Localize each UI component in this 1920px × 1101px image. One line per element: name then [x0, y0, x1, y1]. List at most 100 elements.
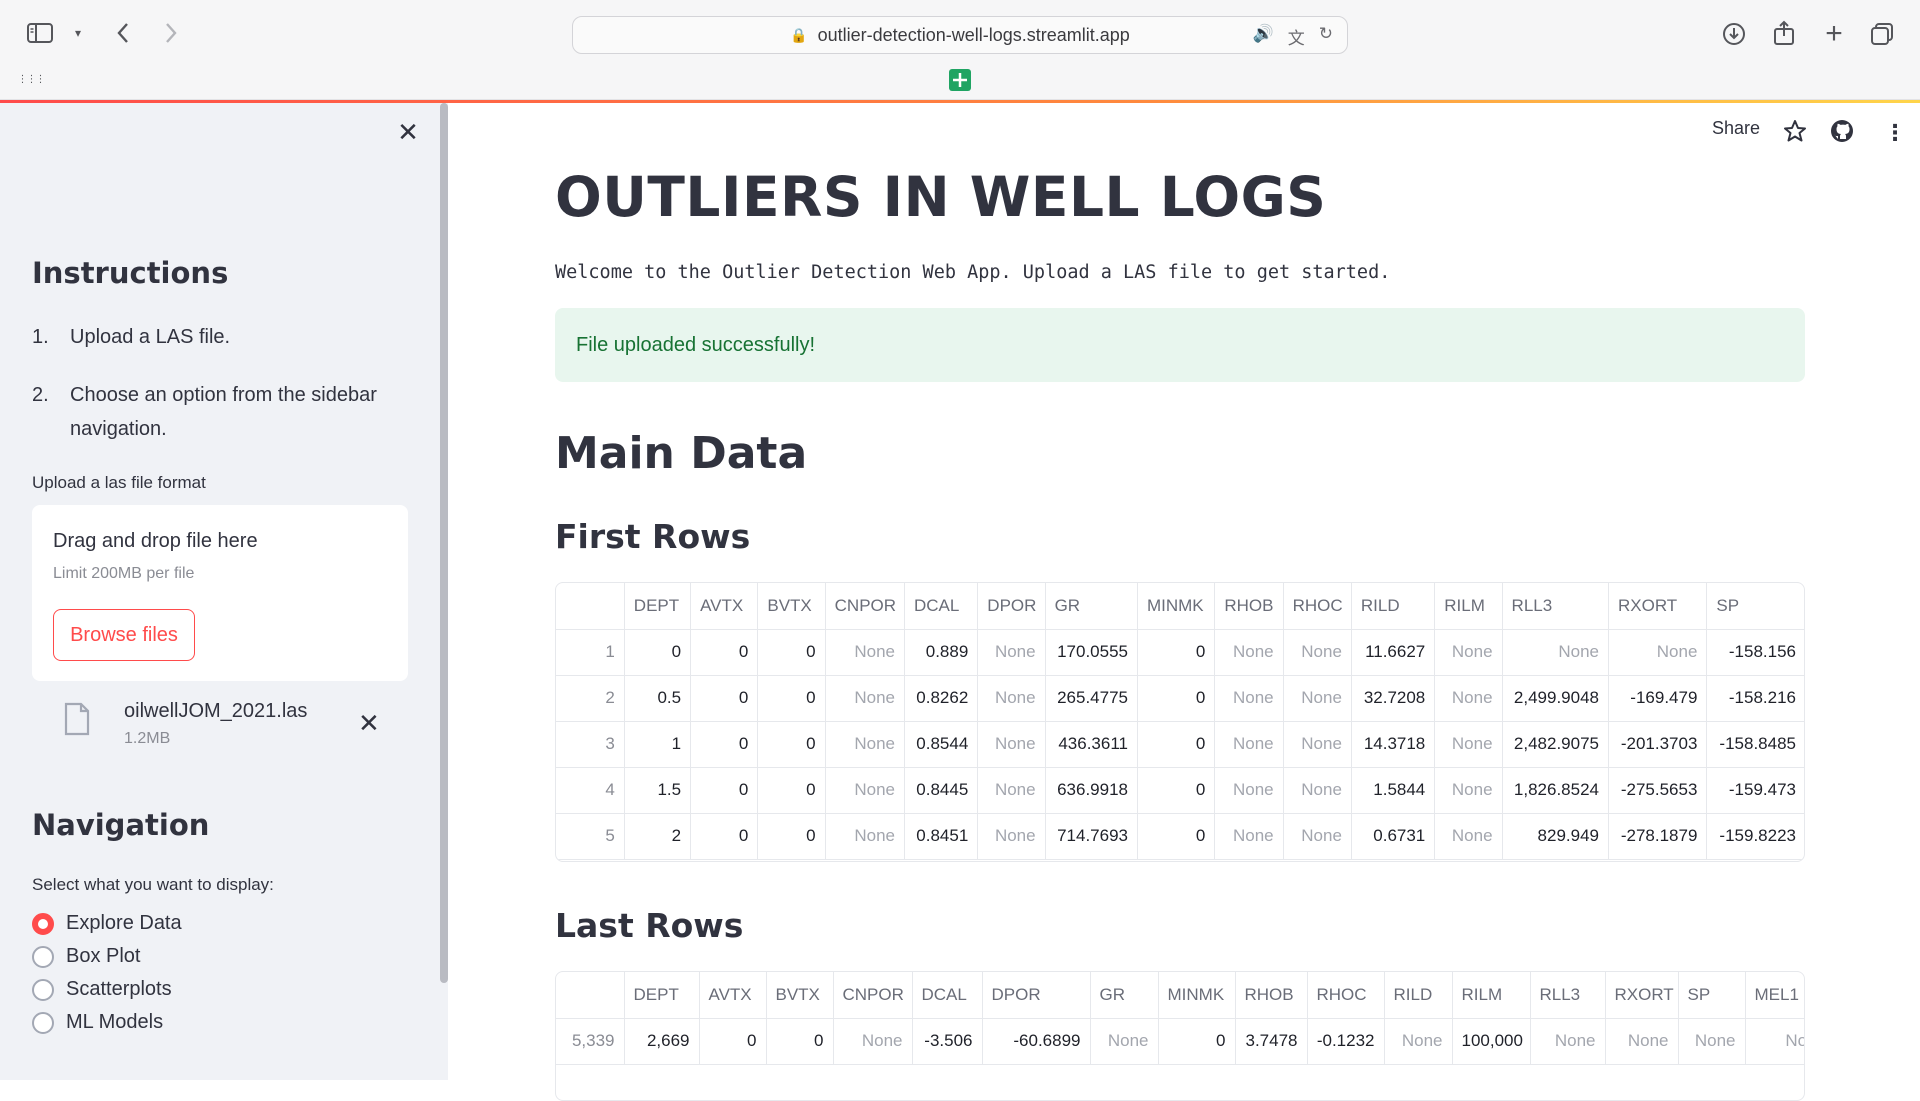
star-icon[interactable]	[1783, 119, 1807, 143]
index-header[interactable]	[556, 972, 625, 1019]
share-button[interactable]: Share	[1712, 118, 1760, 139]
file-dropzone[interactable]: Drag and drop file here Limit 200MB per …	[32, 505, 408, 681]
table-cell[interactable]: 829.949	[1502, 813, 1610, 860]
table-cell[interactable]: -275.5653	[1608, 767, 1708, 814]
table-cell[interactable]: 0	[624, 629, 692, 676]
column-header[interactable]: DCAL	[912, 972, 983, 1019]
column-header[interactable]: AVTX	[690, 583, 759, 630]
table-cell[interactable]: 0	[1137, 675, 1216, 722]
tabs-overview-icon[interactable]	[1868, 20, 1896, 48]
sidebar-toggle-icon[interactable]	[26, 22, 54, 44]
column-header[interactable]: RXORT	[1605, 972, 1679, 1019]
table-cell[interactable]: None	[1434, 813, 1503, 860]
column-header[interactable]: MEL1	[1745, 972, 1804, 1019]
table-cell[interactable]: 0	[690, 629, 759, 676]
column-header[interactable]: CNPOR	[825, 583, 905, 630]
column-header[interactable]: RHOC	[1307, 972, 1385, 1019]
table-cell[interactable]: 1.5844	[1351, 767, 1436, 814]
table-cell[interactable]: 2,482.9075	[1502, 721, 1610, 768]
table-cell[interactable]: None	[1608, 629, 1708, 676]
table-cell[interactable]: 0	[766, 1018, 834, 1065]
table-cell[interactable]: None	[833, 1018, 913, 1065]
download-icon[interactable]	[1720, 20, 1748, 48]
sheets-extension-icon[interactable]	[949, 69, 971, 91]
table-cell[interactable]: None	[1283, 767, 1352, 814]
column-header[interactable]: RXORT	[1608, 583, 1708, 630]
table-cell[interactable]: 1	[624, 721, 692, 768]
table-cell[interactable]: 0.8445	[904, 767, 979, 814]
table-cell[interactable]: None	[1434, 629, 1503, 676]
more-menu-icon[interactable]: ⋮	[1884, 120, 1906, 146]
table-cell[interactable]: -60.6899	[982, 1018, 1091, 1065]
table-cell[interactable]: None	[825, 629, 905, 676]
table-cell[interactable]: -169.479	[1608, 675, 1708, 722]
nav-option-box-plot[interactable]: Box Plot	[32, 945, 140, 968]
table-cell[interactable]: None	[977, 721, 1046, 768]
table-cell[interactable]: 636.9918	[1045, 767, 1138, 814]
column-header[interactable]: RHOB	[1235, 972, 1308, 1019]
table-cell[interactable]: 0.5	[624, 675, 692, 722]
table-cell[interactable]: 14.3718	[1351, 721, 1436, 768]
column-header[interactable]: BVTX	[757, 583, 826, 630]
browse-files-button[interactable]: Browse files	[53, 609, 195, 661]
table-cell[interactable]: 2,669	[624, 1018, 700, 1065]
nav-option-scatterplots[interactable]: Scatterplots	[32, 978, 172, 1001]
remove-file-icon[interactable]: ✕	[358, 708, 380, 739]
table-cell[interactable]: None	[825, 675, 905, 722]
table-cell[interactable]: 0.889	[904, 629, 979, 676]
table-cell[interactable]: 2,499.9048	[1502, 675, 1610, 722]
table-cell[interactable]: -158.8485	[1706, 721, 1804, 768]
table-cell[interactable]: None	[1434, 675, 1503, 722]
table-cell[interactable]: None	[1605, 1018, 1679, 1065]
table-cell[interactable]: 0	[690, 721, 759, 768]
table-cell[interactable]: None	[1434, 721, 1503, 768]
column-header[interactable]: DPOR	[977, 583, 1046, 630]
table-cell[interactable]: None	[1678, 1018, 1746, 1065]
column-header[interactable]: RLL3	[1502, 583, 1610, 630]
table-cell[interactable]: 170.0555	[1045, 629, 1138, 676]
table-cell[interactable]: 0	[699, 1018, 767, 1065]
column-header[interactable]: MINMK	[1137, 583, 1216, 630]
table-cell[interactable]: 1,826.8524	[1502, 767, 1610, 814]
row-index[interactable]: 5,339	[556, 1018, 625, 1065]
column-header[interactable]: DEPT	[624, 972, 700, 1019]
reload-icon[interactable]: ↻	[1319, 24, 1333, 49]
column-header[interactable]: SP	[1706, 583, 1804, 630]
table-cell[interactable]: -3.506	[912, 1018, 983, 1065]
row-index[interactable]: 1	[556, 629, 625, 676]
table-cell[interactable]: 436.3611	[1045, 721, 1138, 768]
table-cell[interactable]: None	[1384, 1018, 1453, 1065]
table-cell[interactable]: 0	[757, 767, 826, 814]
column-header[interactable]: MINMK	[1158, 972, 1236, 1019]
table-cell[interactable]: None	[1283, 675, 1352, 722]
table-cell[interactable]: None	[977, 675, 1046, 722]
table-cell[interactable]: 100,000	[1452, 1018, 1531, 1065]
table-cell[interactable]: 1.5	[624, 767, 692, 814]
index-header[interactable]	[556, 583, 625, 630]
table-cell[interactable]: 0	[757, 629, 826, 676]
row-index[interactable]: 2	[556, 675, 625, 722]
table-cell[interactable]: None	[977, 629, 1046, 676]
table-cell[interactable]: None	[1214, 721, 1284, 768]
table-cell[interactable]: 32.7208	[1351, 675, 1436, 722]
column-header[interactable]: GR	[1045, 583, 1138, 630]
translate-icon[interactable]: 文	[1288, 24, 1305, 49]
column-header[interactable]: CNPOR	[833, 972, 913, 1019]
grid-icon[interactable]: ⋮⋮⋮	[18, 72, 46, 86]
column-header[interactable]: SP	[1678, 972, 1746, 1019]
nav-option-explore-data[interactable]: Explore Data	[32, 912, 182, 935]
table-cell[interactable]: None	[1214, 675, 1284, 722]
column-header[interactable]: RILD	[1384, 972, 1453, 1019]
table-cell[interactable]: -278.1879	[1608, 813, 1708, 860]
table-cell[interactable]: -159.8223	[1706, 813, 1804, 860]
table-cell[interactable]: None	[1283, 721, 1352, 768]
column-header[interactable]: DEPT	[624, 583, 692, 630]
table-cell[interactable]: 0	[690, 813, 759, 860]
table-cell[interactable]: 0.8544	[904, 721, 979, 768]
share-icon[interactable]	[1770, 18, 1798, 48]
table-cell[interactable]: None	[1530, 1018, 1606, 1065]
first-rows-table[interactable]: DEPT AVTX BVTX CNPOR DCAL DPOR GR MINMK RHOB RHOC…	[555, 582, 1805, 862]
table-cell[interactable]: -201.3703	[1608, 721, 1708, 768]
github-icon[interactable]	[1830, 119, 1854, 143]
nav-option-ml-models[interactable]: ML Models	[32, 1011, 163, 1034]
